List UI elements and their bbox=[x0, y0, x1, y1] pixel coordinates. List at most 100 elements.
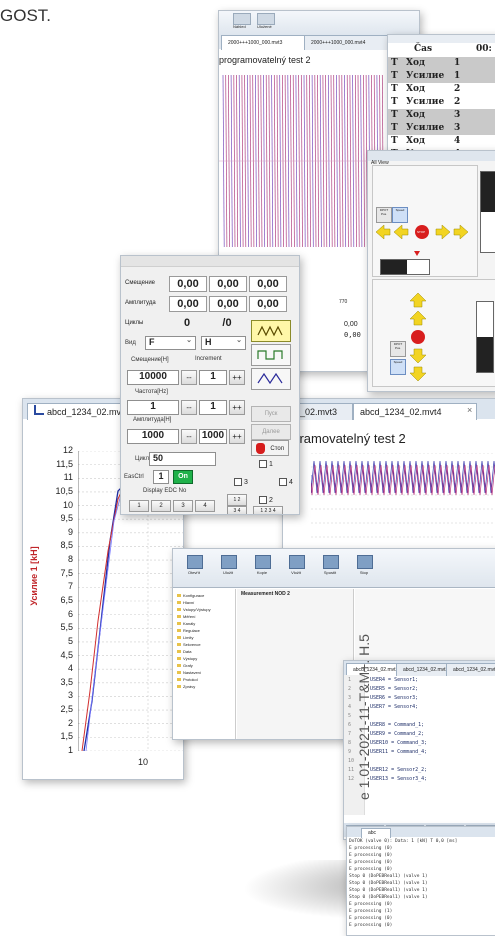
offset-increment-input[interactable]: 1 bbox=[199, 370, 227, 385]
jog-speed-label: Speed bbox=[395, 208, 405, 212]
editor-ribbon-button[interactable]: Otevřít bbox=[179, 553, 209, 581]
unit-select[interactable]: H ⌄ bbox=[201, 336, 246, 350]
offset-plus-button[interactable]: ++ bbox=[229, 370, 245, 385]
edc-combo-12[interactable]: 1 2 bbox=[227, 494, 247, 506]
on-button[interactable]: On bbox=[173, 470, 193, 484]
editor-tree-item[interactable]: Data bbox=[177, 649, 191, 654]
editor-tree-item[interactable]: Nastavení bbox=[177, 670, 201, 675]
mode-select[interactable]: F ⌄ bbox=[145, 336, 196, 350]
tab-code-3[interactable]: abcd_1234_02.mvt4 bbox=[446, 663, 495, 676]
checkbox-3[interactable]: 3 bbox=[234, 478, 248, 486]
channel-row[interactable]: T Ход 4 bbox=[388, 135, 495, 148]
offset-minus-button[interactable]: -- bbox=[181, 370, 197, 385]
cycles-input[interactable]: 50 bbox=[149, 452, 216, 466]
tab-wave-2[interactable]: abcd_1234_02.mvt4 bbox=[353, 403, 477, 420]
editor-tree-label: Protokol bbox=[183, 677, 198, 682]
edc-button-3[interactable]: 3 bbox=[173, 500, 193, 512]
checkbox-label: 3 bbox=[244, 478, 248, 486]
editor-tree-item[interactable]: Kanály bbox=[177, 621, 195, 626]
editor-tree-label: Měření bbox=[183, 614, 196, 619]
ampl-plus-button[interactable]: ++ bbox=[229, 429, 245, 444]
jog-speed-button[interactable]: Speed bbox=[392, 207, 408, 223]
channel-row-name: Ход bbox=[406, 84, 425, 94]
editor-ribbon-button[interactable]: Kopie bbox=[247, 553, 277, 581]
status-value: 0,00 bbox=[169, 296, 207, 312]
start-button[interactable]: Пуск bbox=[251, 406, 291, 422]
jog-vertical-gauge bbox=[480, 171, 495, 253]
channel-row-type: T bbox=[391, 71, 398, 81]
edc-combo-all[interactable]: 1 2 3 4 bbox=[253, 506, 283, 514]
channel-row[interactable]: T Ход 1 bbox=[388, 57, 495, 70]
ampl-increment-input[interactable]: 1000 bbox=[199, 429, 227, 444]
editor-tree-item[interactable]: Protokol bbox=[177, 677, 198, 682]
editor-tree-item[interactable]: Zprávy bbox=[177, 684, 195, 689]
editor-tree-item[interactable]: Regulace bbox=[177, 628, 200, 633]
ampl-minus-button[interactable]: -- bbox=[181, 429, 197, 444]
stop-button[interactable]: Стоп bbox=[251, 440, 289, 456]
edc-button-2[interactable]: 2 bbox=[151, 500, 171, 512]
editor-tree-item[interactable]: Konfigurace bbox=[177, 593, 204, 598]
channel-list-top bbox=[388, 35, 495, 43]
edc-combo-34[interactable]: 3 4 bbox=[227, 506, 247, 514]
freq-increment-input[interactable]: 1 bbox=[199, 400, 227, 415]
editor-tree-item[interactable]: Výstupy bbox=[177, 656, 197, 661]
watermark-text: e 1.01-2021-11-T&M+. H.5 bbox=[356, 634, 372, 800]
editor-ribbon-label: Otevřít bbox=[187, 570, 200, 575]
editor-ribbon-button[interactable]: Uložit bbox=[213, 553, 243, 581]
sine-wave-button[interactable] bbox=[251, 320, 291, 342]
channel-row[interactable]: T Усилие 1 bbox=[388, 70, 495, 83]
freq-minus-button[interactable]: -- bbox=[181, 400, 197, 415]
offset-input[interactable]: 10000 bbox=[127, 370, 179, 385]
editor-tree-label: Limity bbox=[183, 635, 194, 640]
ampl-input[interactable]: 1000 bbox=[127, 429, 179, 444]
edc-button-4[interactable]: 4 bbox=[195, 500, 215, 512]
pause-button[interactable]: Далее bbox=[251, 424, 291, 440]
log-line: E processing (0) bbox=[349, 846, 393, 851]
force-ylabel: Усилие 1 [kH] bbox=[29, 546, 39, 606]
editor-tree-item[interactable]: Sekvence bbox=[177, 642, 201, 647]
editor-tree-item[interactable]: Měření bbox=[177, 614, 195, 619]
freq-input[interactable]: 1 bbox=[127, 400, 179, 415]
jog-dpot-button[interactable]: DPOT Pos. bbox=[376, 207, 392, 223]
jog-vertical-gauge-2 bbox=[476, 301, 494, 373]
checkbox-2[interactable]: 2 bbox=[259, 496, 273, 504]
prefix-input[interactable]: 1 bbox=[153, 470, 169, 484]
jog-stop-text: STOP bbox=[417, 230, 426, 234]
jog-dpot-button-2[interactable]: DPOT Pos. bbox=[390, 341, 406, 357]
editor-tree-item[interactable]: Grafy bbox=[177, 663, 193, 668]
tab-close-icon[interactable]: × bbox=[467, 405, 472, 415]
tab-record-1[interactable]: 2000+++1000_000.mvt3 bbox=[221, 35, 305, 50]
status-value: 0,00 bbox=[249, 276, 287, 292]
code-line-number: 4 bbox=[348, 704, 352, 710]
code-line: USER13 = Sensor3_4; bbox=[370, 776, 428, 782]
channel-row-type: T bbox=[391, 58, 398, 68]
editor-ribbon-button[interactable]: Vložit bbox=[281, 553, 311, 581]
square-wave-button[interactable] bbox=[251, 344, 291, 366]
channel-row[interactable]: T Усилие 3 bbox=[388, 122, 495, 135]
triangle-wave-button[interactable] bbox=[251, 368, 291, 390]
editor-tree-item[interactable]: Limity bbox=[177, 635, 193, 640]
code-line: USER11 = Command_4; bbox=[370, 749, 428, 755]
channel-header-time: Čas bbox=[414, 44, 433, 54]
channel-row[interactable]: T Ход 3 bbox=[388, 109, 495, 122]
checkbox-4[interactable]: 4 bbox=[279, 478, 293, 486]
code-line-number: 8 bbox=[348, 740, 352, 746]
channel-row[interactable]: T Усилие 2 bbox=[388, 96, 495, 109]
editor-tree-item[interactable]: Hlavní bbox=[177, 600, 194, 605]
freq-plus-button[interactable]: ++ bbox=[229, 400, 245, 415]
force-y-tick: 6 bbox=[67, 608, 73, 619]
log-tabbar: abc bbox=[347, 827, 495, 838]
editor-panel-title: Measurement NOD 2 bbox=[241, 591, 290, 597]
jog-position-bar bbox=[380, 259, 430, 275]
edc-button-1[interactable]: 1 bbox=[129, 500, 149, 512]
channel-row[interactable]: T Ход 2 bbox=[388, 83, 495, 96]
checkbox-1[interactable]: 1 bbox=[259, 460, 273, 468]
editor-tree-item[interactable]: Vstupy/Výstupy bbox=[177, 607, 211, 612]
folder-icon bbox=[177, 678, 181, 681]
channel-row-name: Усилие bbox=[406, 97, 445, 107]
tab-log[interactable]: abc bbox=[361, 828, 391, 838]
tab-record-2[interactable]: 2000+++1000_000.mvt4 bbox=[304, 35, 388, 50]
ampl-label: Амплитуда[H] bbox=[133, 417, 172, 423]
jog-speed-button-2[interactable]: Speed bbox=[390, 359, 406, 375]
editor-ribbon-button[interactable]: Spustit bbox=[315, 553, 345, 581]
